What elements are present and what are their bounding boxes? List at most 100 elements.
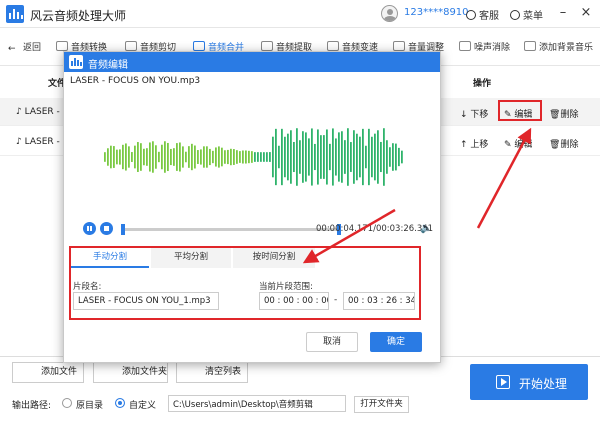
start-handle[interactable]	[121, 224, 125, 235]
radio-original-label: 原目录	[76, 401, 104, 411]
waveform-bar	[224, 150, 226, 164]
waveform-bar	[128, 146, 130, 168]
waveform-bar	[236, 150, 238, 164]
waveform-bar	[188, 146, 190, 168]
playback-time: 00:00:04.171/00:03:26.341	[316, 224, 434, 234]
range-start-field[interactable]: 00 : 00 : 00 : 000	[259, 292, 329, 310]
app-title: 风云音频处理大师	[30, 9, 127, 23]
waveform-bar	[146, 148, 148, 166]
noise-icon	[459, 41, 471, 51]
move-down-button[interactable]: ↓ 下移	[460, 107, 488, 120]
waveform-bar	[383, 128, 385, 186]
pause-button[interactable]	[83, 222, 96, 235]
volume-icon[interactable]: 🔈	[420, 223, 432, 234]
move-up-button[interactable]: ↑ 上移	[460, 137, 488, 150]
segment-name-label: 片段名:	[73, 282, 102, 292]
user-account[interactable]: 123****8910	[404, 7, 469, 18]
extract-icon	[261, 41, 273, 51]
waveform-bar	[161, 144, 163, 170]
waveform-bar	[386, 140, 388, 174]
waveform-bar	[296, 128, 298, 186]
tab-manual-split[interactable]: 手动分割	[71, 248, 149, 268]
range-separator: -	[334, 295, 338, 305]
edit-button-highlight	[498, 100, 542, 121]
confirm-button[interactable]: 确定	[370, 332, 422, 352]
waveform-bar	[125, 143, 127, 171]
edit-button[interactable]: ✎ 编辑	[504, 137, 532, 150]
waveform-bar	[248, 150, 250, 164]
clear-list-button[interactable]: 清空列表	[176, 362, 248, 383]
waveform-bar	[263, 152, 265, 162]
add-file-button[interactable]: 添加文件	[12, 362, 84, 383]
waveform-bar	[389, 147, 391, 167]
waveform-bar	[359, 136, 361, 178]
menu-label: 菜单	[523, 11, 543, 22]
split-tabs: 手动分割 平均分割 按时间分割	[71, 248, 419, 268]
stop-button[interactable]	[100, 222, 113, 235]
waveform-bar	[107, 148, 109, 166]
waveform-bar	[140, 143, 142, 171]
waveform-bar	[368, 128, 370, 186]
waveform-bar	[134, 145, 136, 169]
waveform-bar	[356, 133, 358, 181]
scissors-icon	[125, 41, 137, 51]
waveform-bar	[212, 150, 214, 164]
waveform-bar	[167, 142, 169, 172]
waveform-bar	[203, 146, 205, 168]
split-settings: 手动分割 平均分割 按时间分割 片段名: LASER - FOCUS ON YO…	[69, 246, 421, 320]
tab-average-split[interactable]: 平均分割	[151, 248, 231, 268]
waveform-bar	[398, 147, 400, 167]
headset-icon	[466, 10, 476, 20]
waveform-bar	[335, 138, 337, 176]
trash-icon: 🗑	[549, 110, 561, 120]
radio-custom-dir[interactable]	[115, 398, 125, 408]
progress-track[interactable]	[121, 224, 341, 235]
segment-name-field[interactable]: LASER - FOCUS ON YOU_1.mp3	[73, 292, 219, 310]
convert-icon	[56, 41, 68, 51]
add-folder-button[interactable]: 添加文件夹	[93, 362, 168, 383]
cancel-button[interactable]: 取消	[306, 332, 358, 352]
waveform-bar	[347, 128, 349, 186]
waveform-bar	[395, 143, 397, 171]
delete-button[interactable]: 🗑删除	[549, 137, 578, 150]
avatar-icon[interactable]	[381, 5, 398, 22]
waveform-bar	[158, 151, 160, 163]
waveform-bar	[155, 145, 157, 169]
column-header-operation: 操作	[473, 79, 492, 89]
radio-original-dir[interactable]	[62, 398, 72, 408]
start-processing-button[interactable]: 开始处理	[470, 364, 588, 400]
waveform-bar	[185, 151, 187, 163]
delete-button[interactable]: 🗑删除	[549, 107, 578, 120]
customer-service-label: 客服	[479, 11, 499, 22]
close-button[interactable]: ×	[578, 5, 594, 21]
waveform-bar	[284, 136, 286, 178]
minimize-button[interactable]: –	[555, 5, 571, 21]
waveform-bar	[329, 143, 331, 171]
waveform[interactable]	[104, 122, 404, 192]
back-arrow-icon: ←	[8, 44, 16, 54]
output-path-field[interactable]: C:\Users\admin\Desktop\音频剪辑	[168, 395, 346, 412]
customer-service-button[interactable]: 客服	[466, 7, 499, 22]
player-bar: 00:00:04.171/00:03:26.341 🔈	[64, 216, 440, 240]
waveform-bar	[218, 146, 220, 168]
waveform-bar	[377, 130, 379, 184]
waveform-bar	[149, 142, 151, 172]
tool-background-music[interactable]: 添加背景音乐	[524, 40, 593, 53]
waveform-bar	[209, 148, 211, 166]
speed-icon	[327, 41, 339, 51]
open-folder-button[interactable]: 打开文件夹	[354, 396, 409, 413]
waveform-bar	[290, 130, 292, 184]
music-note-icon: ♪	[16, 107, 25, 117]
waveform-bar	[332, 128, 334, 186]
tool-noise-removal[interactable]: 噪声消除	[459, 40, 510, 53]
tab-time-split[interactable]: 按时间分割	[233, 248, 315, 268]
menu-button[interactable]: 菜单	[510, 7, 543, 22]
back-button[interactable]: ← 返回	[8, 40, 41, 54]
waveform-bar	[308, 138, 310, 176]
title-bar: 风云音频处理大师 123****8910 客服 菜单 – ×	[0, 0, 600, 28]
waveform-bar	[305, 132, 307, 182]
range-end-field[interactable]: 00 : 03 : 26 : 341	[343, 292, 415, 310]
waveform-bar	[323, 135, 325, 179]
waveform-bar	[251, 151, 253, 163]
waveform-bar	[173, 148, 175, 166]
